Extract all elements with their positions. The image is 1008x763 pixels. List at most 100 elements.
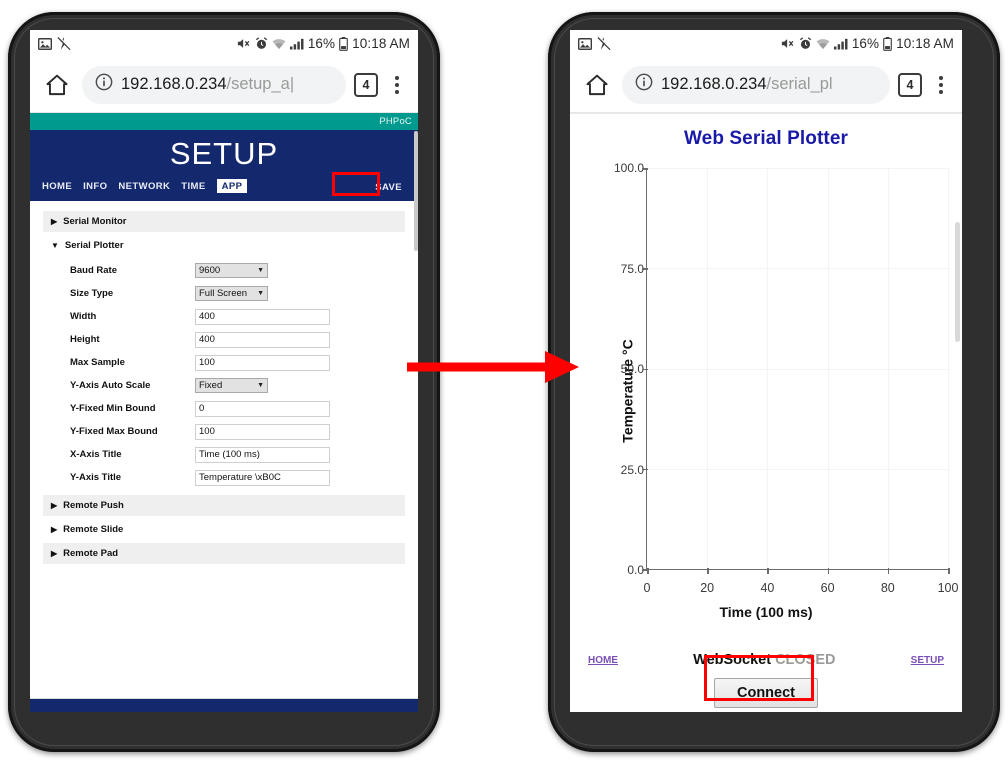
url-path-right: /serial_pl (766, 75, 833, 93)
input-y-fixed-max-bound[interactable]: 100 (195, 423, 330, 440)
gridline-v (827, 168, 829, 569)
phone-screen-left: 16% 10:18 AM 192.168.0.234/setup_a| 4 PH… (30, 30, 418, 712)
label-y-axis-auto-scale: Y-Axis Auto Scale (70, 380, 151, 391)
gridline-v (887, 168, 889, 569)
accordion-remote-pad[interactable]: ▶ Remote Pad (43, 543, 405, 564)
x-tick-mark (887, 568, 890, 574)
plotter-title: Web Serial Plotter (683, 128, 849, 149)
kebab-menu-icon[interactable] (386, 72, 408, 98)
y-tick-25: 25.0 (620, 462, 644, 477)
input-height[interactable]: 400 (195, 331, 330, 348)
accordion-serial-monitor-label: Serial Monitor (63, 216, 127, 227)
field-height: Height 400 (43, 328, 405, 351)
gridline-h (647, 368, 948, 370)
info-circle-icon[interactable] (634, 72, 654, 97)
url-path-left: /setup_a (226, 75, 290, 93)
home-icon[interactable] (580, 68, 614, 102)
nav-item-app[interactable]: APP (216, 179, 248, 193)
accordion-serial-monitor[interactable]: ▶ Serial Monitor (43, 211, 405, 232)
select-baud-rate-value: 9600 (199, 265, 221, 276)
connect-button[interactable]: Connect (714, 678, 818, 708)
screenshot-root: 16% 10:18 AM 192.168.0.234/setup_a| 4 PH… (0, 0, 1008, 763)
gridline-h (647, 168, 948, 169)
field-baud-rate: Baud Rate 9600 ▼ (43, 259, 405, 282)
setup-page: PHPoC SETUP HOME INFO NETWORK TIME APP S… (30, 113, 418, 712)
select-baud-rate[interactable]: 9600 ▼ (195, 263, 268, 278)
android-status-bar-left: 16% 10:18 AM (30, 30, 418, 57)
alarm-icon (799, 37, 812, 50)
url-bar-right[interactable]: 192.168.0.234/serial_pl (622, 65, 890, 104)
kebab-menu-icon[interactable] (930, 72, 952, 98)
android-status-bar-right: 16% 10:18 AM (570, 30, 962, 57)
url-text-right: 192.168.0.234/serial_pl (661, 75, 833, 94)
phone-device-right: 16% 10:18 AM 192.168.0.234/serial_pl 4 W… (548, 12, 1000, 752)
page-scrollbar-right[interactable] (955, 222, 960, 342)
url-host-left: 192.168.0.234 (121, 75, 227, 93)
setup-nav: HOME INFO NETWORK TIME APP SAVE (30, 174, 418, 201)
battery-icon (339, 36, 348, 51)
field-y-axis-title: Y-Axis Title Temperature \xB0C (43, 466, 405, 489)
x-tick-40: 40 (760, 581, 775, 595)
gridline-v (767, 168, 769, 569)
chart-y-tick-labels: 100.0 75.0 50.0 25.0 0.0 (598, 156, 644, 626)
accordion-serial-plotter[interactable]: ▼ Serial Plotter (43, 235, 405, 256)
select-size-type-value: Full Screen (199, 288, 248, 299)
y-tick-mark (642, 168, 648, 170)
chart: Temperature °C 100.0 75.0 50.0 25.0 0.0 (570, 156, 962, 626)
nav-item-home[interactable]: HOME (42, 181, 72, 192)
url-host-right: 192.168.0.234 (661, 75, 767, 93)
accordion-remote-slide[interactable]: ▶ Remote Slide (43, 519, 405, 540)
websocket-state: CLOSED (775, 652, 836, 668)
chevron-right-icon: ▶ (51, 525, 58, 534)
input-y-fixed-min-bound[interactable]: 0 (195, 400, 330, 417)
clock-right: 10:18 AM (896, 36, 954, 51)
nav-item-network[interactable]: NETWORK (118, 181, 170, 192)
select-size-type[interactable]: Full Screen ▼ (195, 286, 268, 301)
brand-label: PHPoC (379, 116, 412, 127)
connect-button-wrap: Connect (570, 678, 962, 708)
nav-item-time[interactable]: TIME (181, 181, 205, 192)
select-y-axis-auto-scale[interactable]: Fixed ▼ (195, 378, 268, 393)
label-max-sample: Max Sample (70, 357, 125, 368)
battery-percent-right: 16% (851, 36, 880, 51)
alarm-icon (255, 37, 268, 50)
websocket-label: WebSocket (693, 652, 772, 668)
input-max-sample[interactable]: 100 (195, 354, 330, 371)
home-icon[interactable] (40, 68, 74, 102)
page-footer-bar (30, 698, 418, 712)
battery-percent-left: 16% (307, 36, 336, 51)
input-y-axis-title[interactable]: Temperature \xB0C (195, 469, 330, 486)
gridline-v (948, 168, 949, 569)
x-tick-100: 100 (937, 581, 959, 595)
signal-icon (289, 38, 304, 50)
gridline-v (707, 168, 709, 569)
select-y-axis-auto-scale-value: Fixed (199, 380, 223, 391)
right-arrow-annotation (407, 351, 579, 383)
home-link[interactable]: HOME (588, 655, 618, 666)
label-y-fixed-max-bound: Y-Fixed Max Bound (70, 426, 158, 437)
chevron-down-icon: ▼ (51, 241, 59, 250)
x-tick-80: 80 (880, 581, 895, 595)
input-width[interactable]: 400 (195, 308, 330, 325)
url-bar-left[interactable]: 192.168.0.234/setup_a| (82, 65, 346, 104)
mute-icon (781, 37, 795, 50)
info-circle-icon[interactable] (94, 72, 114, 97)
page-scrollbar-left[interactable] (414, 131, 418, 251)
tab-count-button-left[interactable]: 4 (354, 72, 378, 97)
mute-icon (237, 37, 251, 50)
save-button[interactable]: SAVE (369, 180, 408, 195)
x-tick-mark (707, 568, 709, 574)
save-button-wrap: SAVE (369, 177, 408, 195)
field-max-sample: Max Sample 100 (43, 351, 405, 374)
label-x-axis-title: X-Axis Title (70, 449, 122, 460)
tab-count-button-right[interactable]: 4 (898, 72, 922, 97)
input-x-axis-title[interactable]: Time (100 ms) (195, 446, 330, 463)
chart-x-axis-label: Time (100 ms) (719, 604, 813, 620)
phone-device-left: 16% 10:18 AM 192.168.0.234/setup_a| 4 PH… (8, 12, 440, 752)
accordion-remote-push[interactable]: ▶ Remote Push (43, 495, 405, 516)
x-tick-mark (767, 568, 769, 574)
nav-item-info[interactable]: INFO (83, 181, 107, 192)
y-tick-50: 50.0 (620, 362, 644, 376)
gridline-h (647, 268, 948, 270)
setup-link[interactable]: SETUP (911, 655, 944, 666)
